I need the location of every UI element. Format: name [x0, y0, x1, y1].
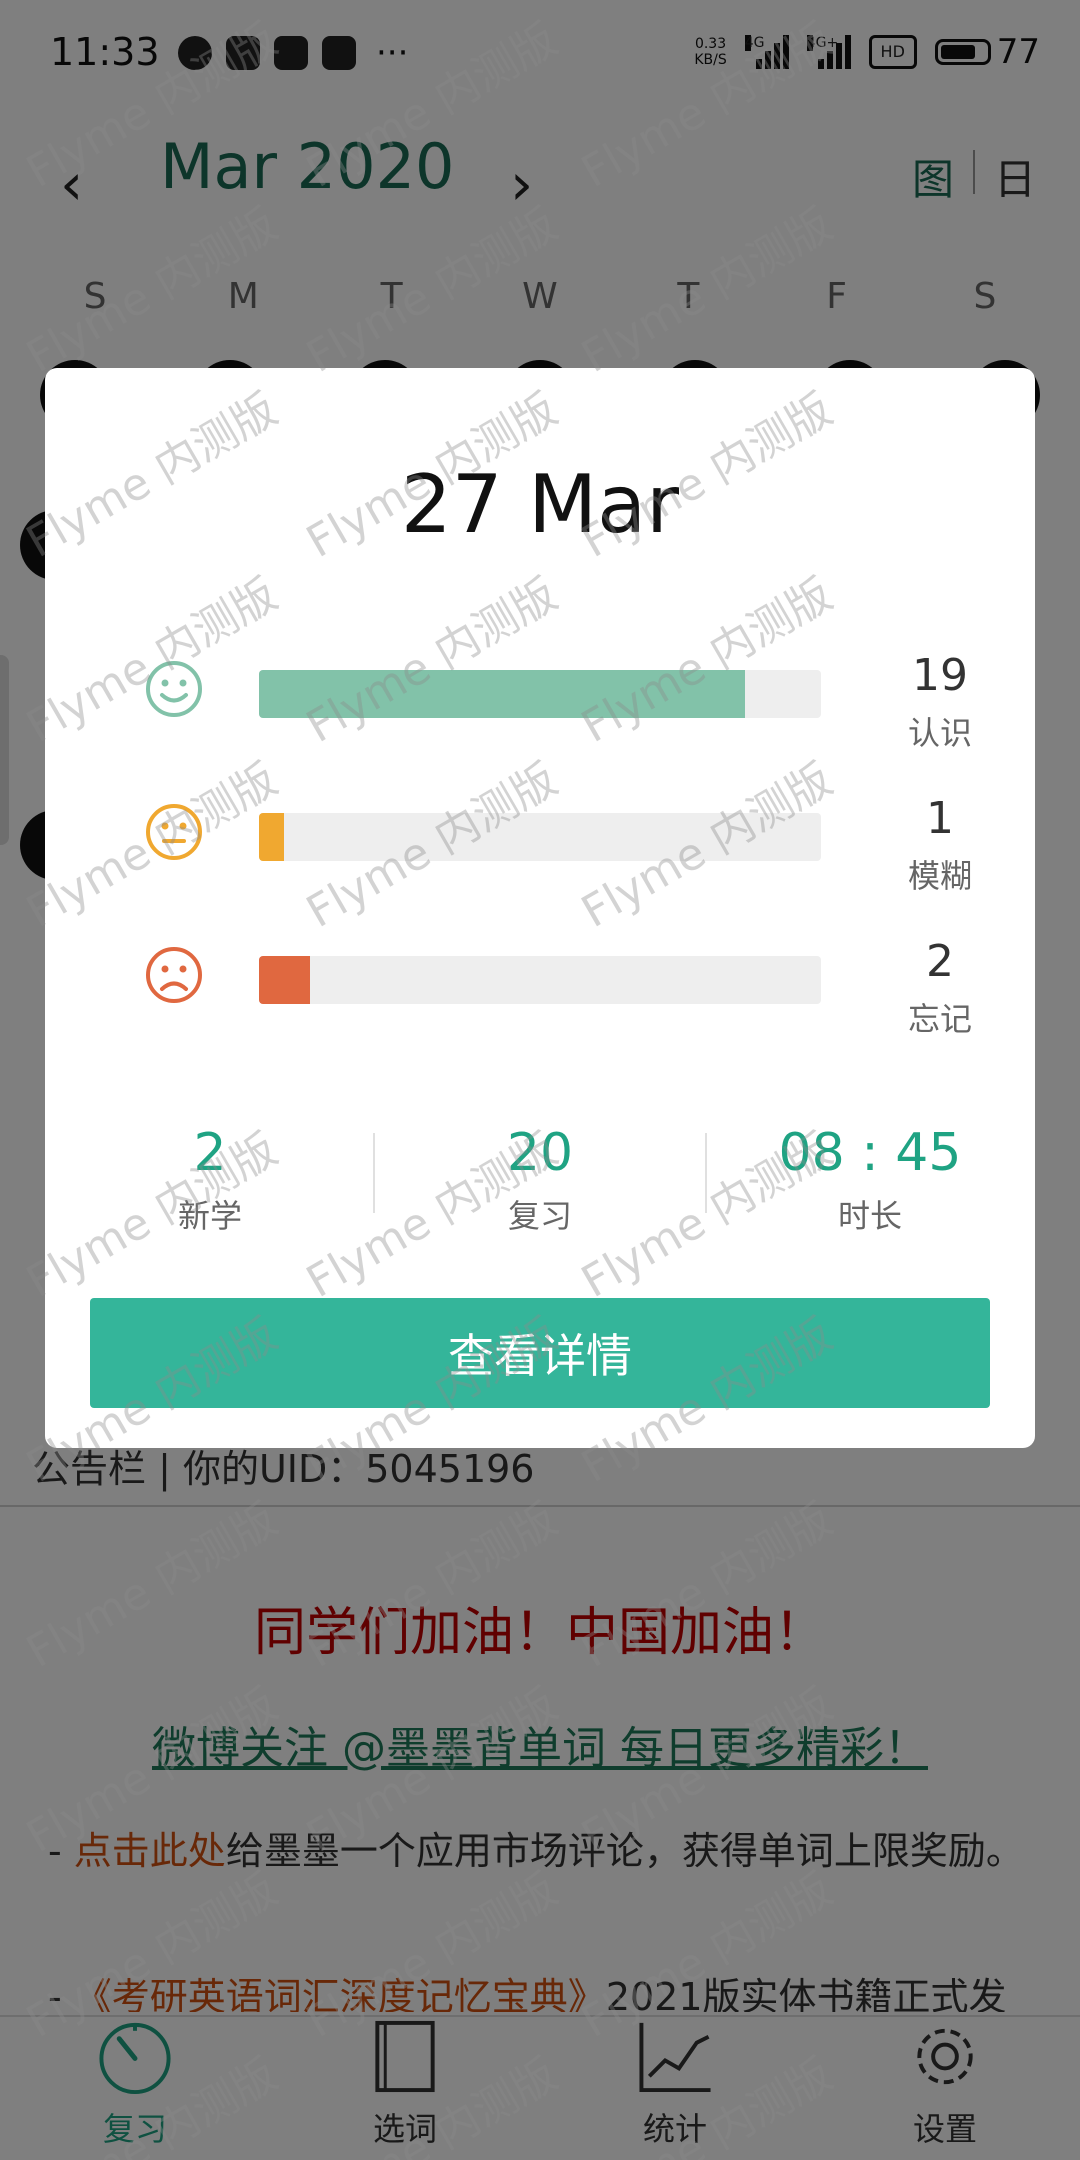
summary-review: 20 复习	[375, 1123, 705, 1237]
summary-label: 复习	[507, 1197, 572, 1235]
bar-fill	[259, 956, 311, 1004]
view-details-button[interactable]: 查看详情	[90, 1298, 990, 1408]
sad-face-icon	[146, 947, 202, 1003]
summary-value: 20	[506, 1123, 574, 1183]
row-count: 19	[912, 650, 968, 701]
summary-divider	[373, 1133, 375, 1213]
summary-label: 新学	[177, 1197, 242, 1235]
row-label: 模糊	[907, 857, 972, 895]
day-stats-dialog: 27 Mar 19 认识 1 模糊 2 忘记 2 新学 20 复习 08: 4…	[45, 368, 1035, 1448]
row-count: 2	[926, 936, 954, 987]
stat-row-fuzzy: 1 模糊	[45, 793, 1035, 903]
progress-bar	[259, 956, 821, 1004]
neutral-face-icon	[146, 804, 202, 860]
progress-bar	[259, 813, 821, 861]
summary-label: 时长	[837, 1197, 902, 1235]
stat-row-known: 19 认识	[45, 650, 1035, 760]
bar-fill	[259, 813, 285, 861]
progress-bar	[259, 670, 821, 718]
summary-value: 2	[193, 1123, 227, 1183]
summary-new: 2 新学	[45, 1123, 375, 1237]
summary-value: 08 : 45	[778, 1123, 962, 1183]
row-label: 认识	[907, 714, 972, 752]
summary-duration: 08 : 45 时长	[705, 1123, 1035, 1237]
smile-face-icon	[146, 661, 202, 717]
bar-fill	[259, 670, 745, 718]
summary-stats: 2 新学 20 复习 08 : 45 时长	[45, 1123, 1035, 1243]
stat-row-forgot: 2 忘记	[45, 936, 1035, 1046]
row-count: 1	[926, 793, 954, 844]
summary-divider	[705, 1133, 707, 1213]
row-label: 忘记	[907, 1000, 972, 1038]
dialog-date: 27 Mar	[400, 458, 680, 551]
